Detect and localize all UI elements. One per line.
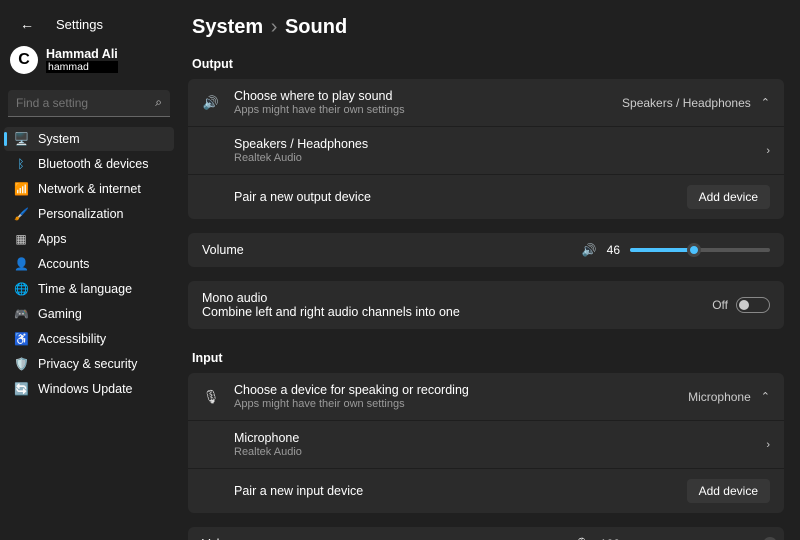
output-device-title: Speakers / Headphones [234, 137, 752, 151]
settings-title: Settings [56, 17, 103, 32]
input-heading: Input [188, 347, 784, 373]
chevron-up-icon: ⌃ [761, 390, 770, 403]
nav-icon: 🛡️ [14, 357, 28, 371]
input-group: 🎙 Choose a device for speaking or record… [188, 373, 784, 513]
main-content: System › Sound Output 🔊 Choose where to … [178, 0, 800, 540]
speaker-icon: 🔊 [202, 95, 220, 111]
nav-icon: ♿ [14, 332, 28, 346]
chevron-right-icon: › [766, 145, 770, 157]
sidebar-item-network-internet[interactable]: 📶 Network & internet [4, 177, 174, 201]
sidebar-item-accessibility[interactable]: ♿ Accessibility [4, 327, 174, 351]
nav-label: Accounts [38, 257, 89, 271]
sidebar-item-windows-update[interactable]: 🔄 Windows Update [4, 377, 174, 401]
nav-icon: 🌐 [14, 282, 28, 296]
sidebar-item-accounts[interactable]: 👤 Accounts [4, 252, 174, 276]
nav-label: Time & language [38, 282, 132, 296]
nav-icon: 🔄 [14, 382, 28, 396]
input-choose-sub: Apps might have their own settings [234, 398, 674, 410]
nav-label: Apps [38, 232, 67, 246]
output-choose-title: Choose where to play sound [234, 89, 608, 103]
user-name: Hammad Ali [46, 47, 118, 61]
chevron-right-icon: › [766, 439, 770, 451]
output-pair-title: Pair a new output device [234, 190, 673, 204]
input-choose-row[interactable]: 🎙 Choose a device for speaking or record… [188, 373, 784, 420]
input-device-title: Microphone [234, 431, 752, 445]
nav-icon: 🖥️ [14, 132, 28, 146]
output-group: 🔊 Choose where to play sound Apps might … [188, 79, 784, 219]
mono-state: Off [712, 298, 728, 312]
microphone-icon: 🎙 [202, 389, 220, 405]
sidebar-item-personalization[interactable]: 🖌️ Personalization [4, 202, 174, 226]
breadcrumb-page: Sound [285, 16, 347, 38]
nav-icon: ▦ [14, 232, 28, 246]
nav-label: Windows Update [38, 382, 133, 396]
sidebar-item-system[interactable]: 🖥️ System [4, 127, 174, 151]
output-device-sub: Realtek Audio [234, 152, 752, 164]
sidebar-item-bluetooth-devices[interactable]: ᛒ Bluetooth & devices [4, 152, 174, 176]
input-device-row[interactable]: Microphone Realtek Audio › [188, 420, 784, 468]
output-volume-value: 46 [607, 243, 620, 257]
nav-icon: ᛒ [14, 157, 28, 171]
output-heading: Output [188, 53, 784, 79]
nav-icon: 🖌️ [14, 207, 28, 221]
mono-title: Mono audio [202, 291, 712, 305]
mono-toggle[interactable] [736, 297, 770, 313]
add-output-device-button[interactable]: Add device [687, 185, 770, 209]
nav-icon: 👤 [14, 257, 28, 271]
input-device-sub: Realtek Audio [234, 446, 752, 458]
sidebar-item-privacy-security[interactable]: 🛡️ Privacy & security [4, 352, 174, 376]
chevron-right-icon: › [271, 16, 278, 38]
input-choose-value: Microphone [688, 390, 751, 404]
sidebar-item-apps[interactable]: ▦ Apps [4, 227, 174, 251]
chevron-up-icon: ⌃ [761, 96, 770, 109]
mono-audio-row[interactable]: Mono audio Combine left and right audio … [188, 281, 784, 329]
avatar: C [10, 46, 38, 74]
speaker-icon: 🔊 [582, 243, 597, 257]
nav-icon: 🎮 [14, 307, 28, 321]
nav-label: Privacy & security [38, 357, 137, 371]
output-pair-row: Pair a new output device Add device [188, 174, 784, 219]
output-device-row[interactable]: Speakers / Headphones Realtek Audio › [188, 126, 784, 174]
search-input[interactable] [8, 90, 170, 117]
input-volume-row: Volume 🎙 100 [188, 527, 784, 540]
output-volume-label: Volume [202, 243, 244, 257]
nav-label: Accessibility [38, 332, 106, 346]
input-pair-row: Pair a new input device Add device [188, 468, 784, 513]
back-icon[interactable]: ← [10, 10, 44, 38]
input-choose-title: Choose a device for speaking or recordin… [234, 383, 674, 397]
nav-icon: 📶 [14, 182, 28, 196]
user-email: hammad [46, 61, 118, 73]
sidebar: ← Settings C Hammad Ali hammad ⌕ 🖥️ Syste… [0, 0, 178, 540]
output-volume-slider[interactable] [630, 248, 770, 252]
output-choose-sub: Apps might have their own settings [234, 104, 608, 116]
nav-label: Personalization [38, 207, 123, 221]
breadcrumb-root[interactable]: System [192, 16, 263, 38]
nav-label: System [38, 132, 80, 146]
add-input-device-button[interactable]: Add device [687, 479, 770, 503]
output-choose-row[interactable]: 🔊 Choose where to play sound Apps might … [188, 79, 784, 126]
search-icon: ⌕ [155, 95, 162, 110]
output-volume-row: Volume 🔊 46 [188, 233, 784, 267]
nav-label: Gaming [38, 307, 82, 321]
nav-label: Network & internet [38, 182, 141, 196]
sidebar-item-gaming[interactable]: 🎮 Gaming [4, 302, 174, 326]
sidebar-item-time-language[interactable]: 🌐 Time & language [4, 277, 174, 301]
user-block[interactable]: C Hammad Ali hammad [4, 42, 174, 86]
mono-sub: Combine left and right audio channels in… [202, 305, 712, 319]
nav-label: Bluetooth & devices [38, 157, 149, 171]
output-choose-value: Speakers / Headphones [622, 96, 751, 110]
nav-list: 🖥️ System ᛒ Bluetooth & devices 📶 Network & i… [4, 127, 174, 401]
breadcrumb: System › Sound [188, 10, 784, 53]
input-pair-title: Pair a new input device [234, 484, 673, 498]
